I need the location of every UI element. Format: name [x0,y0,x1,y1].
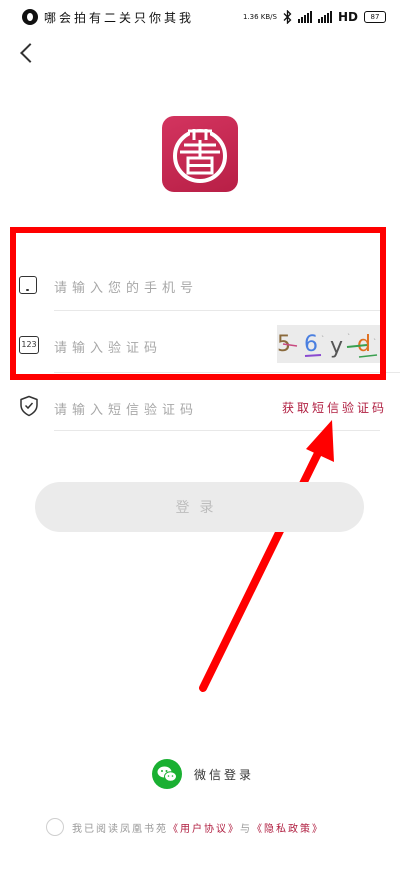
wechat-icon[interactable] [152,759,182,789]
user-agreement-link[interactable]: 《用户协议》 [168,824,240,835]
privacy-policy-link[interactable]: 《隐私政策》 [252,824,324,835]
agreement-conjunction: 与 [240,824,252,835]
agreement-prefix: 我已阅读凤凰书苑 [72,824,168,835]
agreement-checkbox[interactable] [46,818,64,836]
agreement-text: 我已阅读凤凰书苑《用户协议》与《隐私政策》 [72,820,324,835]
wechat-bubbles [157,766,177,782]
login-button[interactable]: 登录 [35,482,364,532]
wechat-login-label[interactable]: 微信登录 [194,766,254,783]
red-arrow-icon [199,420,334,692]
